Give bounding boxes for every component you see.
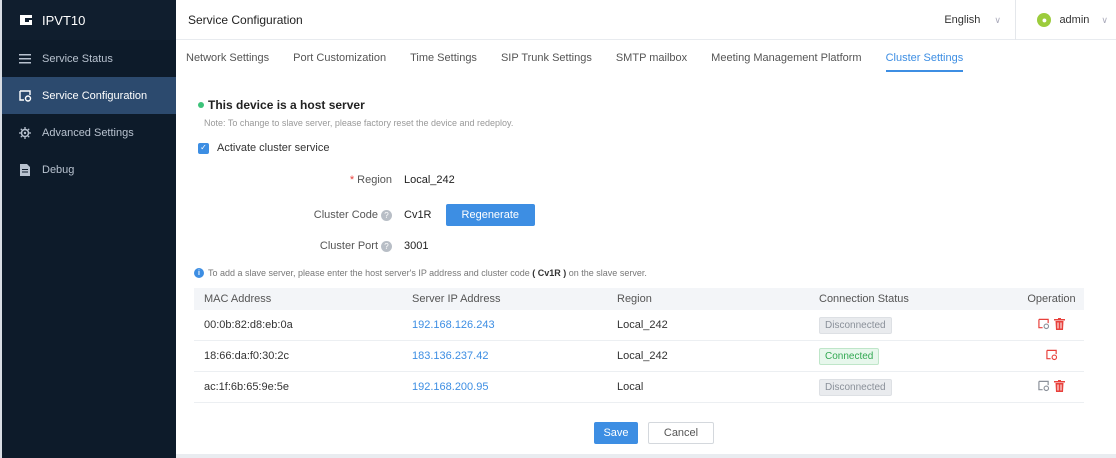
cluster-settings-panel: This device is a host server Note: To ch… bbox=[188, 76, 1096, 458]
mac-cell: 18:66:da:f0:30:2c bbox=[204, 350, 290, 362]
sidebar: IPVT10 Service Status Service Configurat… bbox=[0, 0, 176, 458]
table-row: 00:0b:82:d8:eb:0a 192.168.126.243 Local_… bbox=[194, 310, 1084, 341]
checkbox-checked-icon: ✓ bbox=[198, 142, 209, 154]
cluster-port-label: Cluster Port? bbox=[188, 240, 400, 252]
tab-meeting-management-platform[interactable]: Meeting Management Platform bbox=[711, 40, 861, 76]
cluster-code-value: Cv1R bbox=[404, 209, 432, 221]
regenerate-button[interactable]: Regenerate bbox=[445, 204, 536, 226]
language-value: English bbox=[944, 14, 981, 26]
region-value: Local_242 bbox=[404, 174, 455, 186]
column-header: Region bbox=[617, 293, 652, 305]
table-header: MAC Address Server IP Address Region Con… bbox=[194, 288, 1084, 310]
trash-icon[interactable] bbox=[1054, 317, 1065, 333]
status-badge: Disconnected bbox=[819, 316, 892, 334]
app-name: IPVT10 bbox=[42, 12, 86, 28]
config-icon[interactable] bbox=[1038, 380, 1050, 395]
tab-bar: Network Settings Port Customization Time… bbox=[176, 40, 1116, 76]
language-select[interactable]: English ∨ bbox=[944, 0, 1016, 40]
tab-smtp-mailbox[interactable]: SMTP mailbox bbox=[616, 40, 687, 76]
region-label: * Region bbox=[349, 174, 392, 186]
status-dot bbox=[198, 102, 204, 108]
config-icon bbox=[18, 89, 32, 103]
app-brand: IPVT10 bbox=[2, 0, 176, 40]
tab-time-settings[interactable]: Time Settings bbox=[410, 40, 477, 76]
column-header: Server IP Address bbox=[412, 293, 501, 305]
region-cell: Local bbox=[617, 381, 644, 393]
app-logo-icon bbox=[18, 12, 34, 28]
cluster-code-row: Cluster Code? Cv1R Regenerate bbox=[188, 204, 536, 226]
ip-link[interactable]: 192.168.126.243 bbox=[412, 319, 617, 331]
document-icon bbox=[18, 163, 32, 177]
tab-sip-trunk-settings[interactable]: SIP Trunk Settings bbox=[501, 40, 592, 76]
tab-port-customization[interactable]: Port Customization bbox=[293, 40, 386, 76]
region-cell: Local_242 bbox=[617, 350, 668, 362]
status-badge: Disconnected bbox=[819, 378, 892, 396]
region-cell: Local_242 bbox=[617, 319, 668, 331]
gear-icon bbox=[18, 126, 32, 140]
sidebar-item-label: Advanced Settings bbox=[42, 126, 134, 139]
info-code: ( Cv1R ) bbox=[532, 268, 567, 278]
info-prefix: To add a slave server, please enter the … bbox=[208, 268, 530, 278]
chevron-down-icon: ∨ bbox=[1101, 14, 1108, 25]
table-row: 18:66:da:f0:30:2c 183.136.237.42 Local_2… bbox=[194, 341, 1084, 372]
save-button[interactable]: Save bbox=[594, 422, 638, 444]
table-row: ac:1f:6b:65:9e:5e 192.168.200.95 Local D… bbox=[194, 372, 1084, 403]
sidebar-item-advanced-settings[interactable]: Advanced Settings bbox=[2, 114, 176, 151]
list-icon bbox=[18, 52, 32, 66]
host-title: This device is a host server bbox=[208, 98, 365, 112]
cluster-port-row: Cluster Port? 3001 bbox=[188, 240, 429, 252]
activate-cluster-checkbox[interactable]: ✓ Activate cluster service bbox=[198, 142, 329, 154]
help-icon[interactable]: ? bbox=[381, 209, 392, 221]
sidebar-item-label: Debug bbox=[42, 163, 75, 176]
header: Service Configuration English ∨ ● admin … bbox=[176, 0, 1116, 40]
column-header: Connection Status bbox=[819, 293, 909, 305]
config-icon[interactable] bbox=[1045, 349, 1058, 364]
user-name: admin bbox=[1059, 14, 1090, 26]
sidebar-item-debug[interactable]: Debug bbox=[2, 151, 176, 188]
mac-cell: ac:1f:6b:65:9e:5e bbox=[204, 381, 290, 393]
config-icon[interactable] bbox=[1038, 318, 1050, 333]
cluster-code-label: Cluster Code? bbox=[188, 209, 400, 221]
ip-link[interactable]: 192.168.200.95 bbox=[412, 381, 617, 393]
help-icon[interactable]: ? bbox=[381, 240, 392, 252]
status-badge: Connected bbox=[819, 347, 880, 365]
info-hint: i To add a slave server, please enter th… bbox=[194, 268, 647, 278]
mac-cell: 00:0b:82:d8:eb:0a bbox=[204, 319, 293, 331]
tab-network-settings[interactable]: Network Settings bbox=[186, 40, 269, 76]
bottom-scroll-edge bbox=[176, 454, 1116, 458]
user-menu[interactable]: ● admin ∨ bbox=[1037, 0, 1108, 40]
cancel-button[interactable]: Cancel bbox=[648, 422, 714, 444]
sidebar-item-label: Service Status bbox=[42, 52, 113, 65]
sidebar-item-label: Service Configuration bbox=[42, 89, 148, 102]
column-header: Operation bbox=[1027, 293, 1076, 305]
host-note: Note: To change to slave server, please … bbox=[204, 118, 514, 128]
avatar: ● bbox=[1037, 13, 1052, 27]
cluster-port-value: 3001 bbox=[404, 240, 429, 252]
servers-table: MAC Address Server IP Address Region Con… bbox=[194, 288, 1084, 403]
ip-link[interactable]: 183.136.237.42 bbox=[412, 350, 617, 362]
required-mark: * bbox=[349, 174, 355, 186]
activate-label: Activate cluster service bbox=[217, 142, 330, 154]
trash-icon[interactable] bbox=[1054, 379, 1065, 395]
sidebar-item-service-status[interactable]: Service Status bbox=[2, 40, 176, 77]
chevron-down-icon: ∨ bbox=[994, 14, 1001, 25]
info-icon: i bbox=[194, 268, 204, 278]
tab-cluster-settings[interactable]: Cluster Settings bbox=[885, 40, 963, 76]
page-title: Service Configuration bbox=[188, 12, 303, 27]
region-row: * Region Local_242 bbox=[188, 174, 455, 186]
column-header: MAC Address bbox=[204, 293, 272, 305]
host-status: This device is a host server bbox=[198, 98, 365, 112]
info-suffix: on the slave server. bbox=[568, 268, 647, 278]
sidebar-item-service-configuration[interactable]: Service Configuration bbox=[2, 77, 176, 114]
